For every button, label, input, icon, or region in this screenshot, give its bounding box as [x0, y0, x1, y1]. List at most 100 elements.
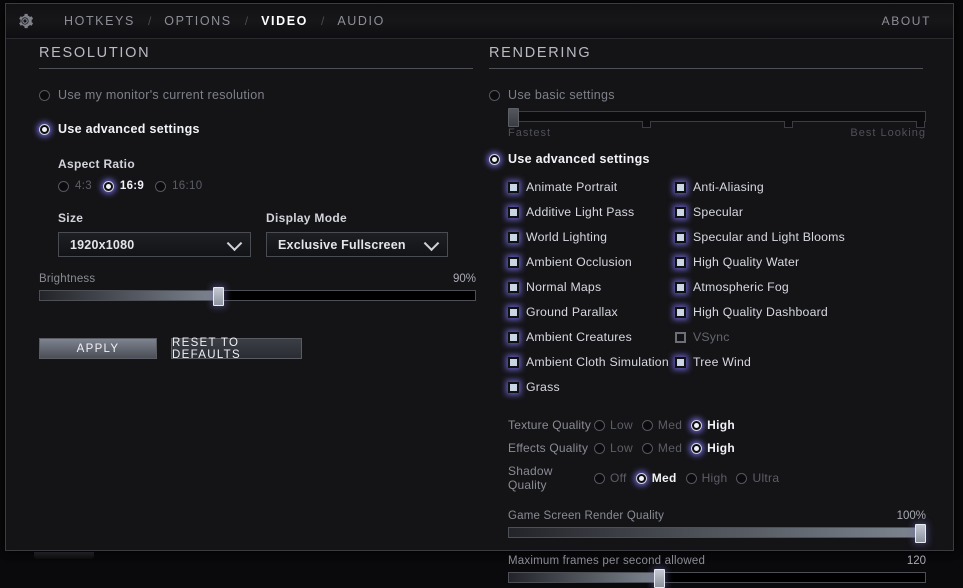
resolution-panel: RESOLUTION Use my monitor's current reso…	[39, 38, 479, 361]
radio-texture-low[interactable]	[594, 419, 605, 431]
tab-audio[interactable]: AUDIO	[325, 14, 397, 28]
quality-preset-handle	[508, 108, 519, 127]
checkbox-row[interactable]: Additive Light Pass	[508, 205, 675, 219]
option-advanced-rendering[interactable]: Use advanced settings	[489, 152, 929, 166]
render-quality-handle[interactable]	[915, 524, 926, 543]
radio-advanced-rendering[interactable]	[489, 153, 500, 165]
max-fps-track[interactable]	[508, 569, 926, 588]
radio-aspect-16-10[interactable]	[155, 180, 167, 192]
resolution-divider	[39, 68, 473, 69]
radio-texture-med[interactable]	[641, 419, 653, 431]
checkbox-ambient-creatures[interactable]	[508, 331, 519, 343]
label-specular-and-light-blooms: Specular and Light Blooms	[693, 230, 845, 244]
checkbox-row[interactable]: Ambient Occlusion	[508, 255, 675, 269]
radio-shadow-med[interactable]	[635, 472, 647, 484]
checkbox-row[interactable]: Ground Parallax	[508, 305, 675, 319]
brightness-track[interactable]	[39, 287, 476, 306]
effects-quality-row: Effects Quality Low Med High	[508, 441, 929, 455]
label-world-lighting: World Lighting	[526, 230, 608, 244]
label-aspect-4-3: 4:3	[75, 180, 92, 192]
option-monitor-resolution[interactable]: Use my monitor's current resolution	[39, 88, 479, 102]
option-basic-rendering[interactable]: Use basic settings	[489, 88, 929, 102]
reset-to-defaults-button[interactable]: RESET TO DEFAULTS	[171, 337, 302, 361]
checkbox-row[interactable]: High Quality Water	[675, 255, 905, 269]
checkbox-row[interactable]: High Quality Dashboard	[675, 305, 905, 319]
display-mode-dropdown[interactable]: Exclusive Fullscreen	[266, 232, 448, 257]
checkbox-tree-wind[interactable]	[675, 356, 686, 368]
radio-effects-high[interactable]	[691, 442, 703, 454]
checkbox-row[interactable]: Normal Maps	[508, 280, 675, 294]
about-link[interactable]: ABOUT	[882, 14, 953, 28]
checkbox-high-quality-water[interactable]	[675, 256, 686, 268]
brightness-handle[interactable]	[213, 287, 225, 306]
shadow-quality-option-med[interactable]: Med	[635, 471, 677, 485]
radio-aspect-16-9[interactable]	[102, 180, 114, 192]
effects-quality-option-low[interactable]: Low	[594, 441, 633, 455]
radio-texture-high[interactable]	[691, 419, 703, 431]
checkbox-row[interactable]: Specular and Light Blooms	[675, 230, 905, 244]
label-vsync: VSync	[693, 330, 730, 344]
label-monitor-resolution: Use my monitor's current resolution	[58, 88, 265, 102]
radio-basic-rendering[interactable]	[489, 89, 500, 101]
shadow-quality-option-high[interactable]: High	[685, 471, 728, 485]
checkbox-world-lighting[interactable]	[508, 231, 519, 243]
radio-advanced-resolution[interactable]	[39, 123, 50, 135]
radio-shadow-off[interactable]	[594, 472, 605, 484]
shadow-quality-option-ultra[interactable]: Ultra	[736, 471, 779, 485]
tab-options[interactable]: OPTIONS	[152, 14, 243, 28]
checkbox-atmospheric-fog[interactable]	[675, 281, 686, 293]
radio-effects-low[interactable]	[594, 442, 605, 454]
display-mode-field: Display Mode Exclusive Fullscreen	[266, 211, 448, 257]
size-dropdown[interactable]: 1920x1080	[58, 232, 251, 257]
checkbox-row[interactable]: Ambient Creatures	[508, 330, 675, 344]
checkbox-ambient-cloth-simulation[interactable]	[508, 356, 519, 368]
tab-video[interactable]: VIDEO	[249, 14, 320, 28]
gear-icon-container[interactable]	[6, 12, 44, 30]
radio-effects-med[interactable]	[641, 442, 653, 454]
checkbox-row[interactable]: Anti-Aliasing	[675, 180, 905, 194]
checkbox-specular[interactable]	[675, 206, 686, 218]
checkbox-row[interactable]: Grass	[508, 380, 675, 394]
aspect-ratio-options: 4:3 16:9 16:10	[58, 180, 479, 192]
label-texture-high: High	[707, 418, 736, 432]
checkbox-row[interactable]: VSync	[675, 330, 905, 344]
checkbox-row[interactable]: Specular	[675, 205, 905, 219]
checkbox-row[interactable]: Animate Portrait	[508, 180, 675, 194]
checkbox-row[interactable]: Ambient Cloth Simulation	[508, 355, 675, 369]
checkbox-additive-light-pass[interactable]	[508, 206, 519, 218]
resolution-actions: APPLY RESET TO DEFAULTS	[39, 337, 479, 361]
checkbox-grass[interactable]	[508, 381, 519, 393]
option-advanced-resolution[interactable]: Use advanced settings	[39, 122, 479, 136]
shadow-quality-row: Shadow Quality Off Med High Ultra	[508, 464, 929, 492]
checkbox-specular-and-light-blooms[interactable]	[675, 231, 686, 243]
checkbox-ground-parallax[interactable]	[508, 306, 519, 318]
checkbox-normal-maps[interactable]	[508, 281, 519, 293]
tab-hotkeys[interactable]: HOTKEYS	[52, 14, 147, 28]
effects-quality-option-high[interactable]: High	[691, 441, 735, 455]
radio-aspect-4-3[interactable]	[58, 180, 69, 192]
apply-button[interactable]: APPLY	[39, 338, 157, 359]
effects-quality-option-med[interactable]: Med	[641, 441, 682, 455]
brightness-slider-group: Brightness 90%	[39, 273, 476, 306]
checkbox-vsync[interactable]	[675, 331, 686, 343]
checkbox-ambient-occlusion[interactable]	[508, 256, 519, 268]
radio-shadow-high[interactable]	[685, 472, 697, 484]
label-effects-high: High	[707, 441, 736, 455]
checkbox-animate-portrait[interactable]	[508, 181, 519, 193]
radio-shadow-ultra[interactable]	[736, 472, 748, 484]
checkbox-row[interactable]: World Lighting	[508, 230, 675, 244]
shadow-quality-option-off[interactable]: Off	[594, 471, 627, 485]
checkbox-row[interactable]: Tree Wind	[675, 355, 905, 369]
label-advanced-rendering: Use advanced settings	[508, 152, 650, 166]
render-quality-track[interactable]	[508, 524, 926, 543]
texture-quality-option-high[interactable]: High	[691, 418, 735, 432]
checkbox-anti-aliasing[interactable]	[675, 181, 686, 193]
render-quality-label: Game Screen Render Quality	[508, 510, 665, 522]
label-basic-rendering: Use basic settings	[508, 88, 615, 102]
texture-quality-option-low[interactable]: Low	[594, 418, 633, 432]
radio-monitor-resolution[interactable]	[39, 89, 50, 101]
checkbox-row[interactable]: Atmospheric Fog	[675, 280, 905, 294]
checkbox-high-quality-dashboard[interactable]	[675, 306, 686, 318]
max-fps-handle[interactable]	[653, 569, 665, 588]
texture-quality-option-med[interactable]: Med	[641, 418, 682, 432]
